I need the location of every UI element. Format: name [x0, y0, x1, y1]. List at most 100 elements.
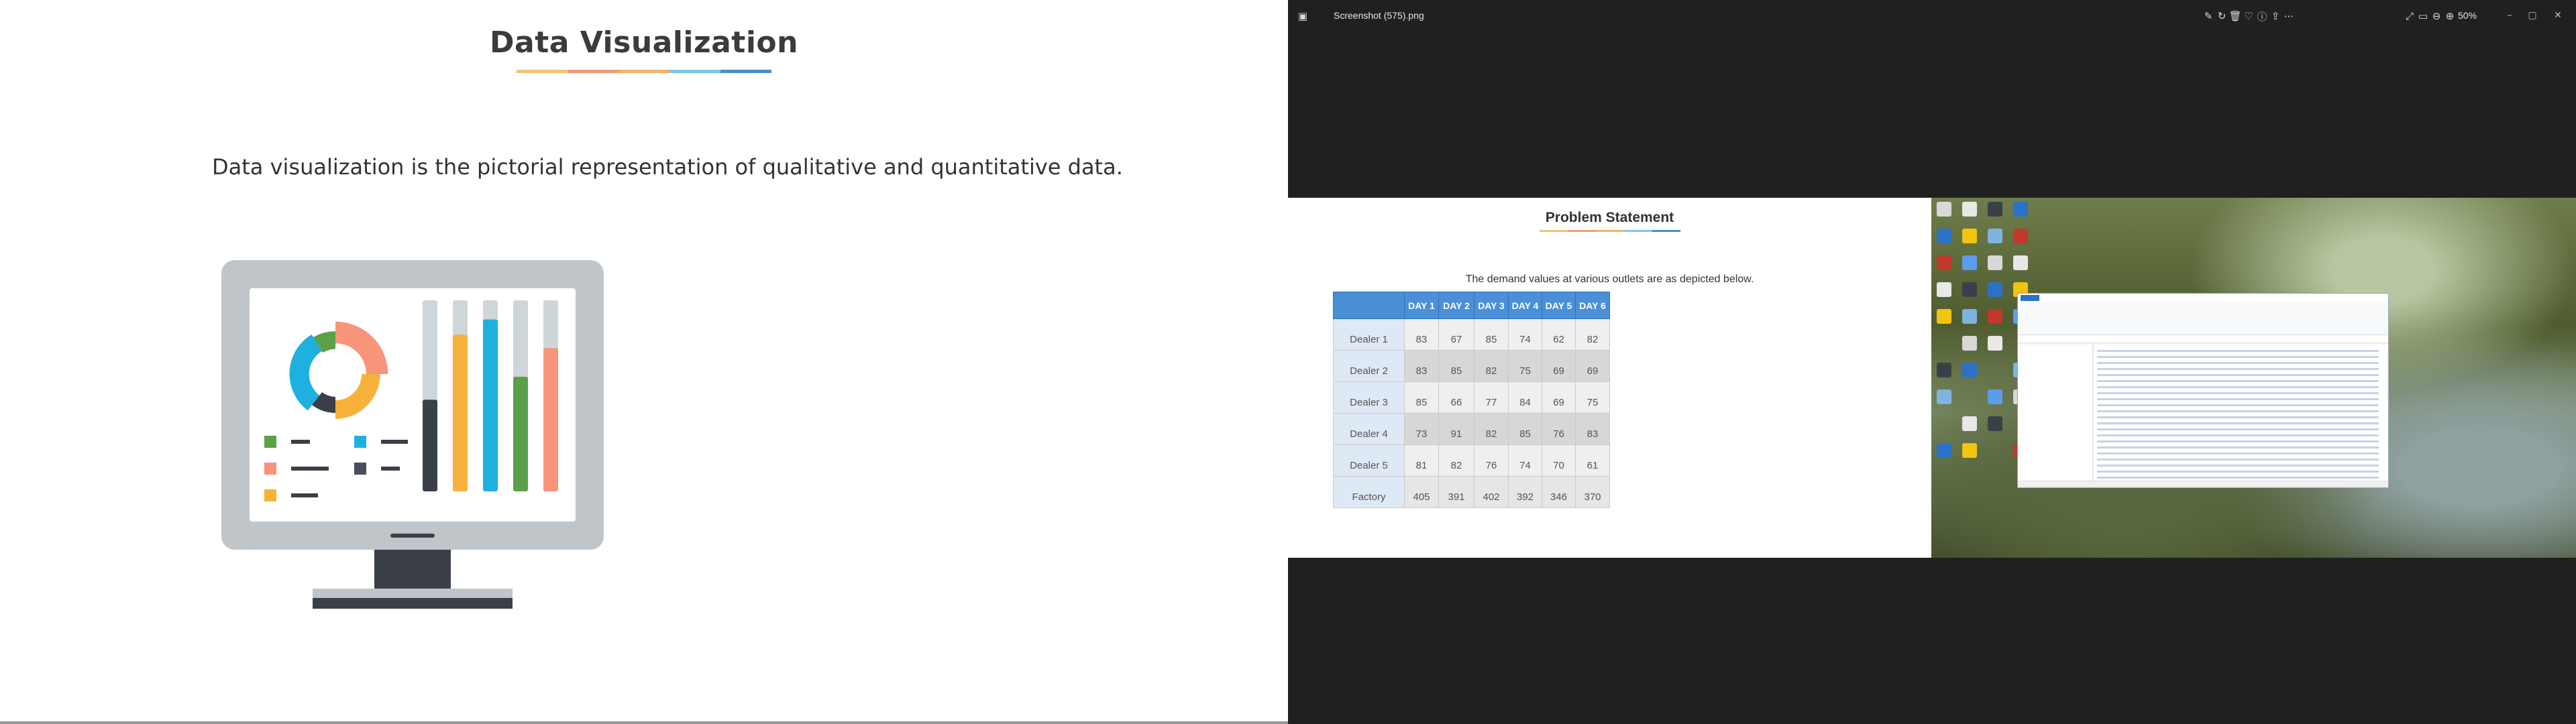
desktop-screenshot — [1931, 198, 2576, 558]
desktop-icon — [1988, 282, 2002, 297]
legend-swatch-green — [264, 436, 276, 448]
more-icon[interactable]: ⋯ — [2279, 7, 2298, 25]
legend-line — [291, 467, 329, 471]
table-cell: 75 — [1508, 350, 1542, 382]
explorer-file-row — [2097, 422, 2379, 424]
table-cell: 69 — [1575, 350, 1610, 382]
explorer-file-row — [2097, 471, 2379, 473]
desktop-icon — [1962, 255, 1977, 270]
table-row: Dealer 4 73 91 82 85 76 83 — [1333, 413, 1610, 445]
app-icon: ▣ — [1297, 10, 1308, 22]
table-cell: 85 — [1404, 381, 1439, 414]
demand-table: DAY 1 DAY 2 DAY 3 DAY 4 DAY 5 DAY 6 Deal… — [1333, 292, 1610, 508]
bar-fill — [423, 400, 437, 491]
problem-statement-underline — [1540, 230, 1680, 232]
table-cell: 370 — [1575, 476, 1610, 508]
explorer-file-row — [2097, 374, 2379, 376]
table-cell: 82 — [1575, 318, 1610, 351]
table-cell: 84 — [1508, 381, 1542, 414]
legend-swatch-slate — [354, 463, 366, 475]
legend-line — [381, 440, 408, 444]
monitor-slot — [390, 534, 435, 538]
desktop-icon — [1962, 282, 1977, 297]
slide-title: Data Visualization — [490, 25, 798, 60]
explorer-file-row — [2097, 350, 2379, 352]
zoom-in-icon[interactable]: ⊕ — [2440, 7, 2459, 25]
legend-line — [381, 467, 400, 471]
table-cell: 82 — [1438, 444, 1474, 477]
row-label: Factory — [1333, 476, 1405, 508]
desktop-icon — [1962, 443, 1977, 458]
explorer-file-row — [2097, 368, 2379, 370]
problem-statement-title: Problem Statement — [1545, 210, 1674, 225]
problem-statement-description: The demand values at various outlets are… — [1465, 274, 1754, 285]
underline-segment — [1624, 230, 1652, 232]
table-cell: 82 — [1474, 350, 1509, 382]
desktop-icon — [1988, 255, 2002, 270]
desktop-icon — [2013, 255, 2028, 270]
legend-swatch-orange — [264, 489, 276, 501]
underline-segment — [1596, 230, 1624, 232]
table-header-cell: DAY 2 — [1438, 292, 1474, 319]
explorer-file-row — [2097, 477, 2379, 479]
desktop-icon — [2013, 229, 2028, 243]
table-cell: 81 — [1404, 444, 1439, 477]
problem-statement-slide: Problem Statement The demand values at v… — [1288, 198, 1931, 558]
explorer-file-row — [2097, 446, 2379, 448]
table-cell: 77 — [1474, 381, 1509, 414]
maximize-button[interactable]: ▢ — [2522, 5, 2542, 25]
underline-segment — [619, 70, 669, 73]
desktop-icon — [1937, 443, 1951, 458]
file-explorer-window — [2017, 293, 2389, 488]
table-header-row: DAY 1 DAY 2 DAY 3 DAY 4 DAY 5 DAY 6 — [1333, 292, 1610, 319]
monitor-base — [313, 589, 513, 609]
explorer-file-row — [2097, 386, 2379, 388]
table-cell: 74 — [1508, 444, 1542, 477]
desktop-icon — [1988, 416, 2002, 431]
legend-line — [291, 440, 310, 444]
zoom-level[interactable]: 50% — [2458, 10, 2477, 21]
explorer-nav-pane — [2018, 345, 2093, 482]
close-button[interactable]: ✕ — [2548, 5, 2568, 25]
table-cell: 70 — [1542, 444, 1576, 477]
table-row: Dealer 3 85 66 77 84 69 75 — [1333, 381, 1610, 414]
table-row: Dealer 2 83 85 82 75 69 69 — [1333, 350, 1610, 382]
table-row: Factory 405 391 402 392 346 370 — [1333, 476, 1610, 508]
donut-slice-orange — [335, 374, 380, 419]
table-cell: 83 — [1575, 413, 1610, 445]
explorer-file-row — [2097, 380, 2379, 382]
bar-fill — [513, 377, 528, 491]
table-cell: 392 — [1508, 476, 1542, 508]
desktop-icon — [1962, 202, 1977, 217]
bar-fill — [483, 319, 498, 491]
row-label: Dealer 3 — [1333, 381, 1405, 414]
desktop-icon — [1937, 255, 1951, 270]
desktop-icon — [1988, 309, 2002, 324]
explorer-file-row — [2097, 452, 2379, 455]
desktop-icon — [1937, 363, 1951, 377]
table-cell: 85 — [1438, 350, 1474, 382]
explorer-file-row — [2097, 356, 2379, 358]
underline-segment — [720, 70, 771, 73]
donut-slice-salmon — [335, 321, 388, 374]
desktop-icon — [1988, 336, 2002, 351]
desktop-icon — [1988, 229, 2002, 243]
explorer-file-row — [2097, 398, 2379, 400]
table-cell: 83 — [1404, 318, 1439, 351]
desktop-icon — [1937, 389, 1951, 404]
table-header-cell: DAY 4 — [1508, 292, 1542, 319]
underline-segment — [1652, 230, 1680, 232]
dashboard-graphic — [264, 300, 558, 501]
file-name: Screenshot (575).png — [1334, 10, 1424, 21]
explorer-file-row — [2097, 440, 2379, 442]
title-underline — [517, 70, 771, 73]
desktop-icon — [1962, 229, 1977, 243]
explorer-file-row — [2097, 410, 2379, 412]
minimize-button[interactable]: – — [2500, 5, 2520, 25]
desktop-icon — [1988, 202, 2002, 217]
table-header-cell: DAY 6 — [1575, 292, 1610, 319]
row-label: Dealer 5 — [1333, 444, 1405, 477]
table-cell: 66 — [1438, 381, 1474, 414]
displayed-image[interactable]: Problem Statement The demand values at v… — [1288, 198, 2576, 558]
table-cell: 346 — [1542, 476, 1576, 508]
